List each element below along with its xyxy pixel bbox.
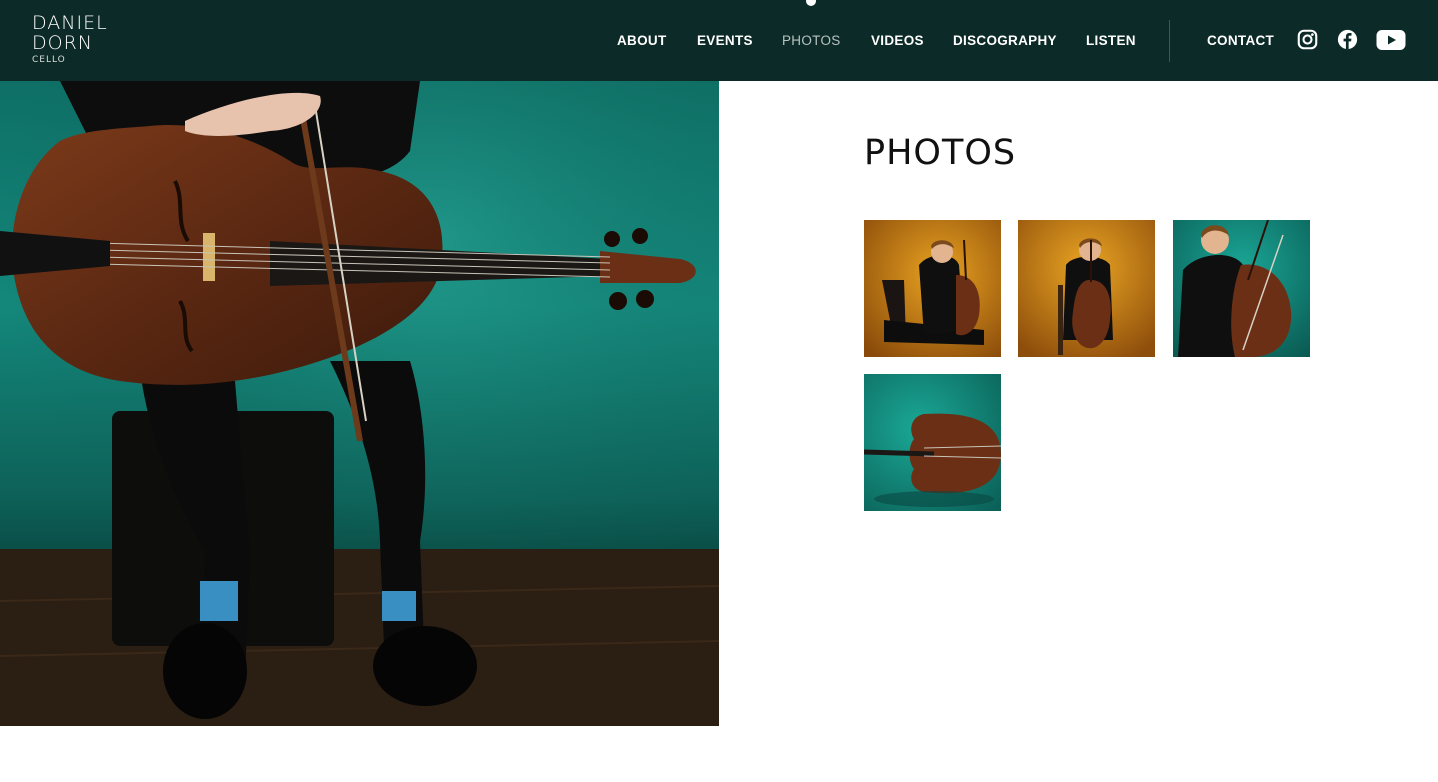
thumbnail-image — [1173, 220, 1310, 357]
nav-videos[interactable]: VIDEOS — [871, 33, 924, 48]
hero-illustration — [0, 81, 719, 726]
gallery-thumbnail-2[interactable] — [1018, 220, 1155, 357]
nav-listen[interactable]: LISTEN — [1086, 33, 1136, 48]
nav-divider — [1169, 20, 1170, 62]
nav-discography[interactable]: DISCOGRAPHY — [953, 33, 1057, 48]
instagram-icon[interactable] — [1297, 29, 1318, 55]
site-header: DANIEL DORN CELLO ABOUT EVENTS PHOTOS VI… — [0, 0, 1438, 81]
thumbnail-image — [864, 220, 1001, 357]
thumbnail-image — [1018, 220, 1155, 357]
nav-events[interactable]: EVENTS — [697, 33, 753, 48]
page-title: PHOTOS — [864, 133, 1017, 173]
gallery-thumbnail-1[interactable] — [864, 220, 1001, 357]
logo-name-last: DORN — [32, 32, 93, 54]
youtube-icon[interactable] — [1376, 29, 1406, 56]
gallery-thumbnail-3[interactable] — [1173, 220, 1310, 357]
site-logo[interactable]: DANIEL DORN CELLO — [32, 13, 108, 65]
facebook-icon[interactable] — [1337, 29, 1358, 55]
gallery-thumbnail-4[interactable] — [864, 374, 1001, 511]
nav-about[interactable]: ABOUT — [617, 33, 667, 48]
logo-name-first: DANIEL — [32, 12, 108, 34]
nav-contact[interactable]: CONTACT — [1207, 33, 1274, 48]
active-nav-indicator — [806, 0, 816, 6]
hero-photo-cellist — [0, 81, 719, 726]
thumbnail-image — [864, 374, 1001, 511]
nav-photos[interactable]: PHOTOS — [782, 33, 841, 48]
logo-instrument: CELLO — [32, 55, 66, 65]
